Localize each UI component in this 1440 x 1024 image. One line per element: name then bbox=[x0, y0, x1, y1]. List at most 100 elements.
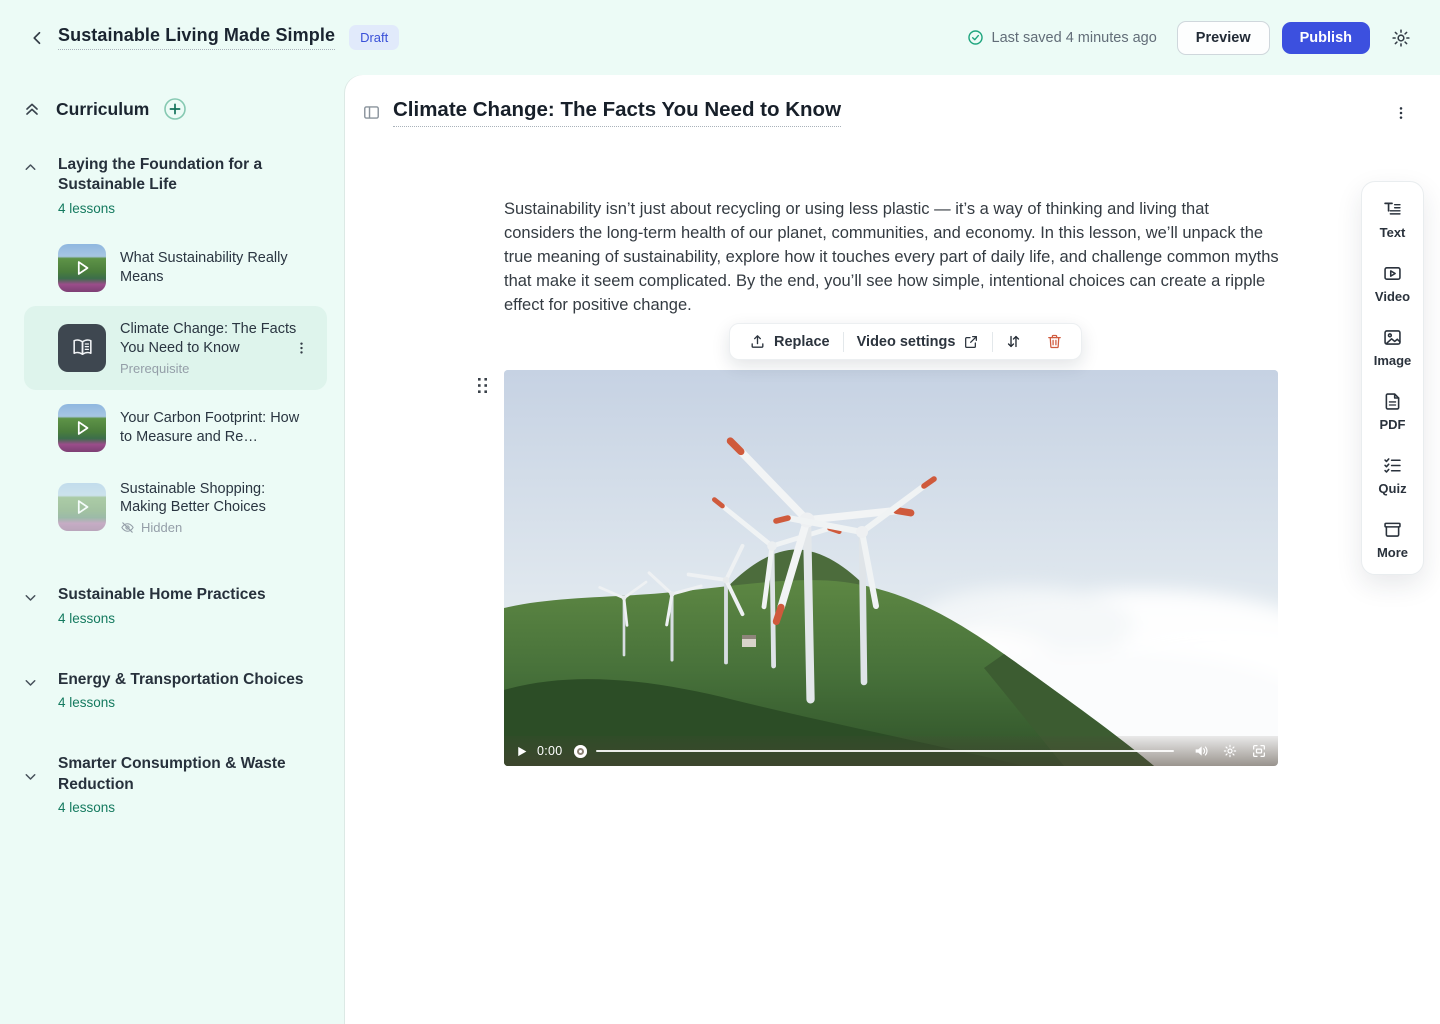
curriculum-sidebar: Curriculum Laying the Foundation for a S… bbox=[0, 75, 345, 1024]
volume-button[interactable] bbox=[1193, 743, 1209, 759]
play-icon bbox=[58, 244, 106, 292]
status-badge: Draft bbox=[349, 25, 399, 50]
section-lesson-count: 4 lessons bbox=[58, 201, 327, 216]
upload-icon bbox=[749, 333, 766, 350]
topbar: Sustainable Living Made Simple Draft Las… bbox=[0, 0, 1440, 75]
curriculum-section: Smarter Consumption & Waste Reduction 4 … bbox=[22, 754, 327, 815]
section-lesson-count: 4 lessons bbox=[58, 695, 327, 710]
play-button[interactable] bbox=[515, 745, 528, 758]
pdf-icon bbox=[1382, 391, 1403, 412]
curriculum-title: Curriculum bbox=[56, 99, 149, 120]
section-header[interactable]: Sustainable Home Practices 4 lessons bbox=[22, 585, 327, 625]
fullscreen-button[interactable] bbox=[1251, 743, 1267, 759]
lesson-editor: Climate Change: The Facts You Need to Kn… bbox=[345, 75, 1440, 1024]
video-block-toolbar: Replace Video settings bbox=[729, 323, 1082, 360]
tool-label: Video bbox=[1375, 289, 1410, 304]
more-icon bbox=[1382, 519, 1403, 540]
reading-lesson-tile bbox=[58, 324, 106, 372]
kebab-menu-icon bbox=[1393, 105, 1409, 121]
swap-arrows-icon bbox=[1005, 333, 1022, 350]
tool-label: Text bbox=[1380, 225, 1406, 240]
content-blocks-panel: Text Video Image PDF Quiz More bbox=[1361, 181, 1424, 575]
section-header[interactable]: Laying the Foundation for a Sustainable … bbox=[22, 155, 327, 216]
video-timestamp: 0:00 bbox=[537, 744, 563, 758]
video-thumbnail bbox=[58, 404, 106, 452]
quiz-icon bbox=[1382, 455, 1403, 476]
external-link-icon bbox=[963, 334, 979, 350]
section-title: Energy & Transportation Choices bbox=[58, 670, 327, 690]
save-status-text: Last saved 4 minutes ago bbox=[992, 30, 1157, 46]
lesson-title: Sustainable Shopping: Making Better Choi… bbox=[120, 480, 300, 518]
book-open-icon bbox=[70, 335, 95, 360]
sidebar-toggle-button[interactable] bbox=[362, 103, 381, 122]
section-lesson-count: 4 lessons bbox=[58, 800, 327, 815]
scrubber-handle[interactable] bbox=[574, 745, 587, 758]
play-icon bbox=[58, 483, 106, 531]
curriculum-header: Curriculum bbox=[22, 97, 327, 121]
chevron-down-icon bbox=[22, 754, 56, 815]
drag-dots-icon bbox=[476, 376, 490, 396]
progress-bar[interactable] bbox=[596, 750, 1174, 753]
check-circle-icon bbox=[967, 29, 984, 46]
lesson-paragraph[interactable]: Sustainability isn’t just about recyclin… bbox=[504, 197, 1280, 317]
player-settings-button[interactable] bbox=[1222, 743, 1238, 759]
sidebar-toggle-icon bbox=[362, 103, 381, 122]
add-section-button[interactable] bbox=[163, 97, 187, 121]
preview-button[interactable]: Preview bbox=[1177, 21, 1270, 55]
video-frame-wind-turbines bbox=[504, 370, 1278, 766]
lesson-item[interactable]: What Sustainability Really Means bbox=[46, 230, 327, 306]
section-title: Smarter Consumption & Waste Reduction bbox=[58, 754, 288, 795]
tool-video[interactable]: Video bbox=[1375, 263, 1410, 304]
course-title[interactable]: Sustainable Living Made Simple bbox=[58, 25, 335, 50]
tool-label: More bbox=[1377, 545, 1408, 560]
settings-button[interactable] bbox=[1386, 23, 1416, 53]
lesson-item[interactable]: Your Carbon Footprint: How to Measure an… bbox=[46, 390, 327, 466]
kebab-menu-icon bbox=[294, 340, 309, 355]
tool-quiz[interactable]: Quiz bbox=[1378, 455, 1406, 496]
image-icon bbox=[1382, 327, 1403, 348]
lesson-kebab-button[interactable] bbox=[290, 336, 313, 359]
lesson-meta: Hidden bbox=[120, 520, 300, 535]
lesson-meta: Prerequisite bbox=[120, 361, 300, 376]
lesson-title: Your Carbon Footprint: How to Measure an… bbox=[120, 409, 300, 447]
double-chevron-up-icon bbox=[22, 99, 42, 119]
publish-button[interactable]: Publish bbox=[1282, 22, 1370, 54]
video-player[interactable]: 0:00 bbox=[504, 370, 1278, 766]
replace-button[interactable]: Replace bbox=[736, 324, 843, 359]
tool-text[interactable]: Text bbox=[1380, 199, 1406, 240]
section-lesson-count: 4 lessons bbox=[58, 611, 327, 626]
section-header[interactable]: Smarter Consumption & Waste Reduction 4 … bbox=[22, 754, 327, 815]
lesson-options-button[interactable] bbox=[1389, 101, 1413, 125]
lesson-item-hidden[interactable]: Sustainable Shopping: Making Better Choi… bbox=[46, 466, 327, 550]
video-icon bbox=[1382, 263, 1403, 284]
video-thumbnail bbox=[58, 483, 106, 531]
lesson-title: What Sustainability Really Means bbox=[120, 249, 300, 287]
section-header[interactable]: Energy & Transportation Choices 4 lesson… bbox=[22, 670, 327, 710]
delete-block-button[interactable] bbox=[1034, 324, 1075, 359]
reorder-button[interactable] bbox=[993, 324, 1034, 359]
lesson-item-selected[interactable]: Climate Change: The Facts You Need to Kn… bbox=[24, 306, 327, 390]
replace-label: Replace bbox=[774, 334, 830, 350]
video-thumbnail bbox=[58, 244, 106, 292]
chevron-up-icon bbox=[22, 155, 56, 216]
video-settings-button[interactable]: Video settings bbox=[844, 324, 993, 359]
block-drag-handle[interactable] bbox=[476, 376, 490, 396]
section-title: Laying the Foundation for a Sustainable … bbox=[58, 155, 327, 196]
hidden-label: Hidden bbox=[141, 520, 182, 535]
curriculum-section: Sustainable Home Practices 4 lessons bbox=[22, 585, 327, 625]
text-icon bbox=[1382, 199, 1403, 220]
lesson-page-title[interactable]: Climate Change: The Facts You Need to Kn… bbox=[393, 98, 841, 127]
video-settings-label: Video settings bbox=[857, 334, 956, 350]
gear-icon bbox=[1390, 27, 1412, 49]
tool-more[interactable]: More bbox=[1377, 519, 1408, 560]
play-icon bbox=[58, 404, 106, 452]
trash-icon bbox=[1046, 333, 1063, 350]
save-status: Last saved 4 minutes ago bbox=[967, 29, 1157, 46]
back-button[interactable] bbox=[24, 24, 52, 52]
tool-pdf[interactable]: PDF bbox=[1380, 391, 1406, 432]
tool-label: PDF bbox=[1380, 417, 1406, 432]
curriculum-section: Laying the Foundation for a Sustainable … bbox=[22, 155, 327, 549]
collapse-all-button[interactable] bbox=[22, 99, 42, 119]
tool-label: Quiz bbox=[1378, 481, 1406, 496]
tool-image[interactable]: Image bbox=[1374, 327, 1412, 368]
